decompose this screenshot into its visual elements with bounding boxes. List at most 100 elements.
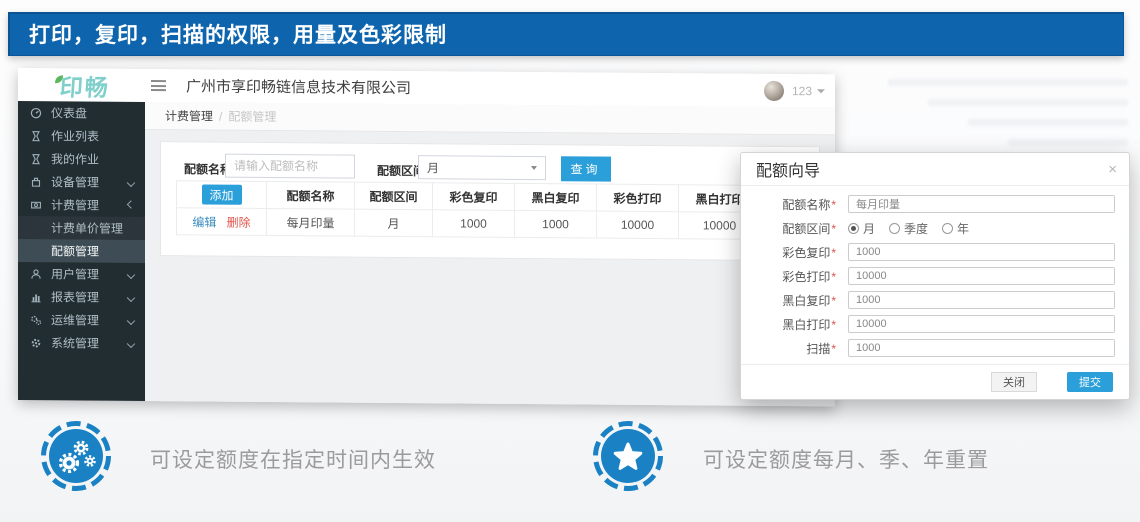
radio-quarter-label[interactable]: 季度 [904,220,928,237]
logo-text: 印畅 [58,68,110,102]
hourglass-icon [30,130,44,142]
content-area: 计费管理 / 配额管理 配额名称 配额区间 月 查询 [145,102,835,406]
chevron-down-icon [127,200,135,208]
hamburger-menu-icon[interactable] [151,80,166,91]
radio-year-label[interactable]: 年 [957,220,969,237]
range-radio-group: 月 季度 年 [848,220,983,237]
sidebar-item-label: 用户管理 [51,265,99,282]
col-quota-range: 配额区间 [355,182,433,210]
add-button[interactable]: 添加 [202,184,242,204]
sidebar-item-label: 我的作业 [51,150,99,167]
company-name: 广州市享印畅链信息技术有限公司 [186,75,411,98]
sidebar-item-user-mgmt[interactable]: 用户管理 [18,262,145,286]
chevron-left-icon [127,178,135,186]
quota-range-select[interactable]: 月 [418,155,546,180]
gauge-icon [30,107,44,119]
field-color-print-label: 彩色打印* [741,268,836,285]
close-icon[interactable]: × [1108,162,1117,177]
submit-button[interactable]: 提交 [1067,372,1113,392]
field-color-copy-input[interactable] [848,243,1115,261]
col-quota-name: 配额名称 [267,181,355,209]
breadcrumb: 计费管理 / 配额管理 [145,102,835,135]
field-range-label: 配额区间* [741,220,836,237]
quota-range-value: 月 [427,159,439,176]
page: 打印，复印，扫描的权限，用量及色彩限制 印畅 广州市享印畅链信息技术有限公司 1… [0,0,1140,522]
quota-wizard-modal: 配额向导 × 配额名称* 配额区间* 月 季度 年 彩色复印* [740,152,1130,400]
field-bw-copy-label: 黑白复印* [741,292,836,309]
field-scan-label: 扫描* [741,340,836,357]
field-bw-copy-input[interactable] [848,291,1115,309]
radio-year[interactable] [942,223,953,234]
billing-icon [30,199,44,211]
modal-header: 配额向导 × [741,153,1129,186]
user-name: 123 [792,84,812,98]
sidebar-item-report-mgmt[interactable]: 报表管理 [18,285,145,309]
star-badge-icon [592,420,664,492]
device-icon [30,176,44,188]
quota-table: 添加 配额名称 配额区间 彩色复印 黑白复印 彩色打印 黑白打印 编辑 [176,180,761,240]
field-scan-input[interactable] [848,339,1115,357]
modal-footer: 关闭 提交 [741,364,1129,399]
radio-month[interactable] [848,223,859,234]
radio-month-label[interactable]: 月 [863,220,875,237]
field-color-print-input[interactable] [848,267,1115,285]
chevron-left-icon [127,339,135,347]
chevron-left-icon [127,270,135,278]
sidebar-item-label: 计费管理 [51,196,99,213]
sidebar-item-dashboard[interactable]: 仪表盘 [18,101,145,125]
sidebar-item-device-mgmt[interactable]: 设备管理 [18,170,145,194]
sidebar-item-label: 报表管理 [51,288,99,305]
sidebar-item-label: 仪表盘 [51,104,87,121]
sidebar-item-billing-mgmt[interactable]: 计费管理 [18,193,145,217]
sidebar-item-quota-mgmt[interactable]: 配额管理 [18,239,145,263]
user-icon [30,268,44,280]
radio-quarter[interactable] [889,223,900,234]
sidebar-item-label: 作业列表 [51,127,99,144]
sidebar-item-label: 设备管理 [51,173,99,190]
user-menu[interactable]: 123 [764,80,825,100]
feature-text-validity: 可设定额度在指定时间内生效 [150,444,436,474]
sidebar-item-label: 运维管理 [51,311,99,328]
chevron-left-icon [127,293,135,301]
search-button[interactable]: 查询 [561,156,611,181]
modal-title: 配额向导 [756,157,820,181]
sidebar-item-label: 配额管理 [51,242,99,259]
breadcrumb-separator: / [219,109,222,123]
sidebar-item-ops-mgmt[interactable]: 运维管理 [18,308,145,332]
cell-quota-name: 每月印量 [267,208,355,236]
feature-text-reset: 可设定额度每月、季、年重置 [703,444,989,474]
field-bw-print-label: 黑白打印* [741,316,836,333]
edit-link[interactable]: 编辑 [192,215,216,229]
sidebar-item-system-mgmt[interactable]: 系统管理 [18,331,145,355]
sidebar: 仪表盘 作业列表 我的作业 设备管理 [18,101,145,401]
cell-quota-range: 月 [355,209,433,237]
sidebar-item-my-jobs[interactable]: 我的作业 [18,147,145,171]
chart-icon [30,291,44,303]
select-caret-icon [531,166,537,170]
table-row: 编辑 删除 每月印量 月 1000 1000 10000 10000 [177,208,761,240]
cell-bw-copy: 1000 [515,210,597,238]
close-button[interactable]: 关闭 [991,372,1037,392]
breadcrumb-section[interactable]: 计费管理 [165,107,213,124]
field-name-input[interactable] [848,195,1115,213]
col-color-copy: 彩色复印 [433,183,515,211]
field-name-label: 配额名称* [741,196,836,213]
chevron-down-icon [817,89,825,93]
sidebar-item-billing-price-mgmt[interactable]: 计费单价管理 [18,216,145,240]
quota-panel: 配额名称 配额区间 月 查询 添加 配额名称 [160,141,820,261]
quota-name-input[interactable] [225,154,355,179]
sidebar-item-job-list[interactable]: 作业列表 [18,124,145,148]
modal-body: 配额名称* 配额区间* 月 季度 年 彩色复印* 彩色打印* [741,186,1129,360]
app-logo[interactable]: 印畅 [18,68,145,103]
headline-banner: 打印，复印，扫描的权限，用量及色彩限制 [8,12,1124,56]
delete-link[interactable]: 删除 [227,215,251,229]
cell-color-print: 10000 [597,211,679,239]
chevron-left-icon [127,316,135,324]
sidebar-item-label: 系统管理 [51,334,99,351]
cell-color-copy: 1000 [433,210,515,238]
sidebar-item-label: 计费单价管理 [51,219,123,237]
field-bw-print-input[interactable] [848,315,1115,333]
field-color-copy-label: 彩色复印* [741,244,836,261]
col-color-print: 彩色打印 [597,184,679,212]
headline-title: 打印，复印，扫描的权限，用量及色彩限制 [29,19,447,49]
